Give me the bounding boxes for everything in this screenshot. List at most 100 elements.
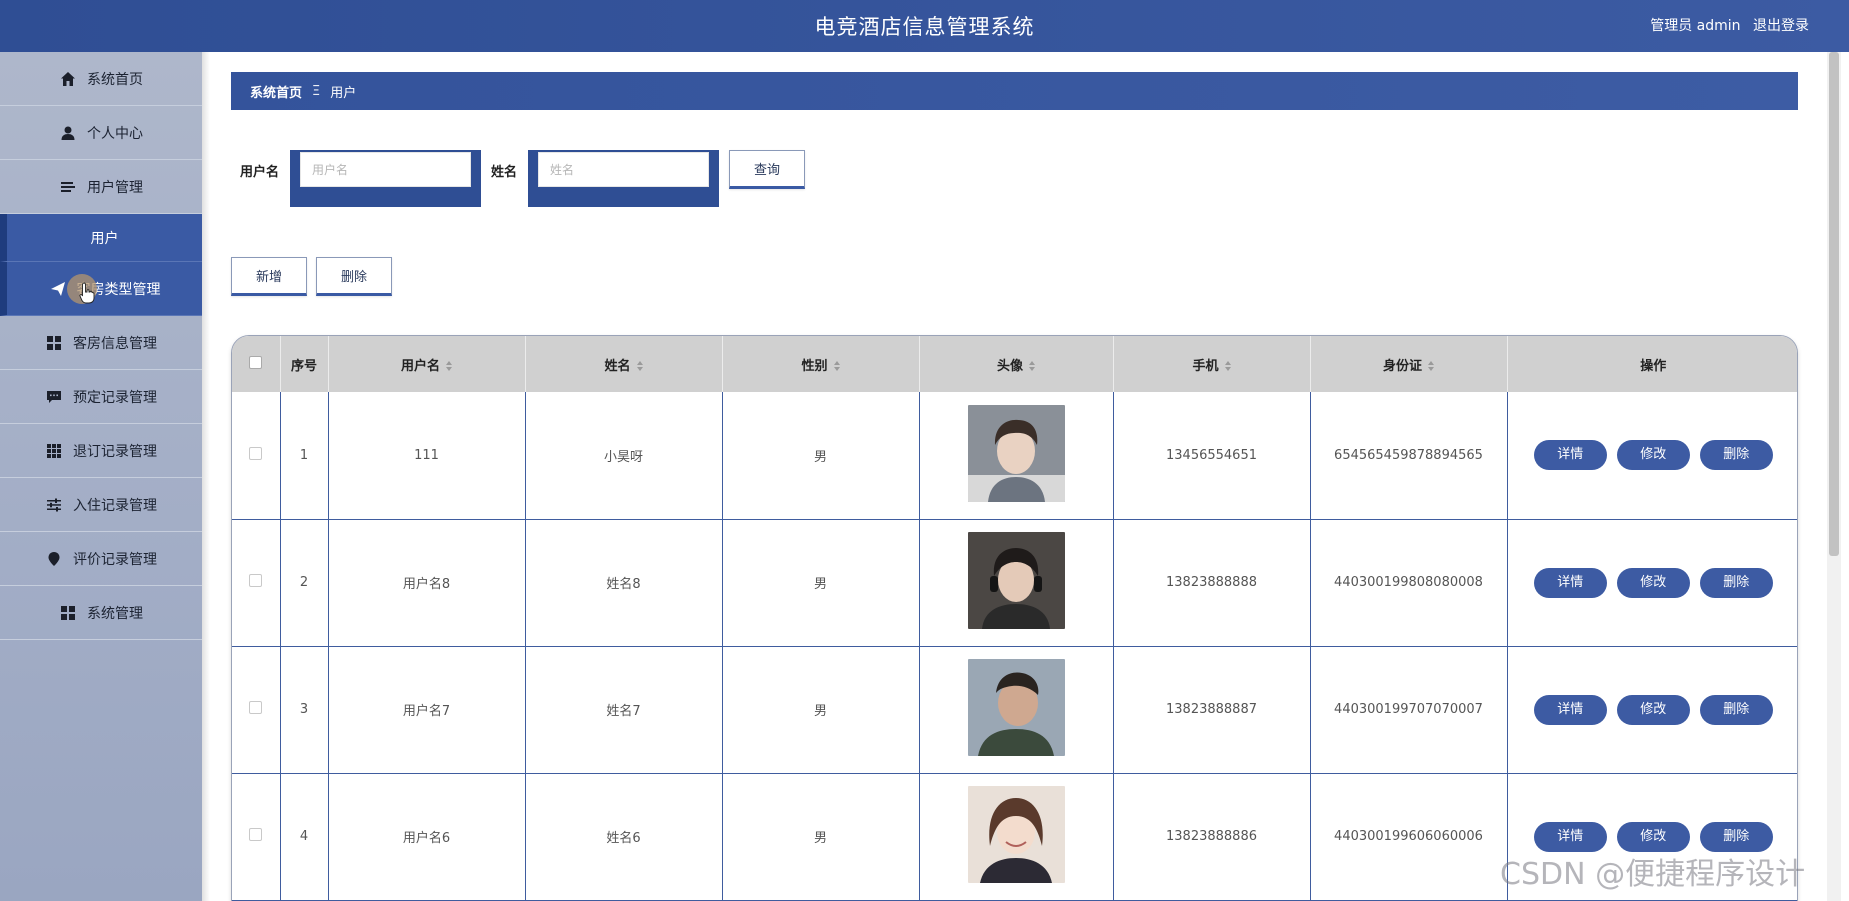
sort-icon[interactable] — [1428, 361, 1434, 371]
breadcrumb: 系统首页 Ξ 用户 — [231, 72, 1798, 110]
sort-icon[interactable] — [833, 361, 840, 371]
sidebar-item-label: 用户 — [90, 230, 119, 247]
sidebar-item-system[interactable]: 系统管理 — [0, 586, 202, 640]
sidebar-item-label: 个人中心 — [87, 125, 143, 142]
edit-button[interactable]: 修改 — [1616, 694, 1690, 725]
cell-name: 姓名6 — [525, 773, 723, 901]
sidebar-item-booking[interactable]: 预定记录管理 — [0, 370, 202, 424]
cell-gender: 男 — [722, 773, 920, 901]
sidebar-item-room-info[interactable]: 客房信息管理 — [0, 316, 202, 370]
delete-button[interactable]: 删除 — [1699, 821, 1773, 852]
row-checkbox[interactable] — [249, 574, 263, 587]
scrollbar-thumb[interactable] — [1829, 52, 1839, 556]
username-search-input[interactable] — [300, 152, 471, 187]
sidebar-item-review[interactable]: 评价记录管理 — [0, 532, 202, 586]
current-user: 管理员 admin — [1650, 18, 1741, 34]
query-button[interactable]: 查询 — [729, 150, 805, 189]
avatar[interactable] — [967, 404, 1065, 502]
sidebar-shadow — [202, 52, 210, 901]
sidebar: 系统首页 个人中心 用户管理 用户 客房类型管理 客房信息管理 预定记录管理 退… — [0, 52, 202, 901]
sidebar-item-label: 用户管理 — [87, 179, 143, 196]
sort-icon[interactable] — [1029, 361, 1035, 371]
cell-no: 3 — [280, 646, 329, 774]
delete-button[interactable]: 删除 — [1699, 567, 1773, 598]
cell-gender: 男 — [722, 392, 920, 520]
list-icon — [59, 178, 77, 196]
apps-icon — [45, 442, 63, 460]
sidebar-item-label: 退订记录管理 — [73, 443, 157, 460]
avatar[interactable] — [967, 532, 1065, 629]
column-header-idcard[interactable]: 身份证 — [1310, 336, 1508, 392]
table-row: 2 用户名8 姓名8 男 13823888888 440300199808080… — [232, 519, 1797, 647]
edit-button[interactable]: 修改 — [1616, 567, 1690, 598]
cell-name: 小昊呀 — [525, 392, 723, 520]
cell-idcard: 440300199606060006 — [1310, 773, 1508, 901]
sidebar-item-home[interactable]: 系统首页 — [0, 52, 202, 106]
column-header-name[interactable]: 姓名 — [525, 336, 723, 392]
cell-name: 姓名7 — [525, 646, 723, 774]
table-row: 3 用户名7 姓名7 男 13823888887 440300199707070… — [232, 646, 1797, 774]
app-title: 电竞酒店信息管理系统 — [814, 15, 1035, 39]
table-row: 1 111 小昊呀 男 13456554651 6545654598788945… — [232, 392, 1797, 520]
row-checkbox[interactable] — [249, 446, 263, 460]
page-scrollbar[interactable] — [1827, 52, 1841, 901]
column-header-no: 序号 — [280, 336, 329, 392]
chat-icon — [45, 388, 63, 406]
add-button[interactable]: 新增 — [231, 257, 307, 296]
pointer-hand-icon — [79, 282, 95, 304]
top-header: 电竞酒店信息管理系统 管理员 admin 退出登录 — [0, 0, 1849, 52]
sidebar-item-label: 系统管理 — [87, 605, 143, 622]
sort-icon[interactable] — [636, 361, 643, 371]
grid-icon — [59, 604, 77, 622]
sidebar-subitem-user[interactable]: 用户 — [0, 214, 202, 262]
row-checkbox[interactable] — [249, 701, 263, 714]
avatar[interactable] — [967, 659, 1065, 756]
cell-idcard: 440300199707070007 — [1310, 646, 1508, 774]
sidebar-item-label: 系统首页 — [87, 71, 143, 88]
sidebar-item-label: 评价记录管理 — [73, 551, 157, 568]
column-header-avatar[interactable]: 头像 — [919, 336, 1114, 392]
delete-button[interactable]: 删除 — [1699, 440, 1773, 471]
sidebar-item-user-management[interactable]: 用户管理 — [0, 160, 202, 214]
sidebar-item-label: 客房信息管理 — [73, 335, 157, 352]
user-icon — [59, 124, 77, 142]
home-icon — [59, 70, 77, 88]
cell-no: 4 — [280, 773, 329, 901]
sort-icon[interactable] — [446, 361, 452, 371]
breadcrumb-home[interactable]: 系统首页 — [250, 82, 302, 101]
detail-button[interactable]: 详情 — [1533, 821, 1607, 852]
sidebar-item-label: 入住记录管理 — [73, 497, 157, 514]
detail-button[interactable]: 详情 — [1533, 567, 1607, 598]
row-checkbox[interactable] — [249, 828, 263, 841]
watermark: CSDN @便捷程序设计 — [1500, 857, 1806, 892]
logout-link[interactable]: 退出登录 — [1753, 18, 1809, 34]
column-header-username[interactable]: 用户名 — [328, 336, 526, 392]
sliders-icon — [45, 496, 63, 514]
select-all-cell — [232, 336, 281, 392]
cell-username: 用户名8 — [328, 519, 526, 647]
delete-button[interactable]: 删除 — [1699, 694, 1773, 725]
column-header-phone[interactable]: 手机 — [1113, 336, 1311, 392]
cell-idcard: 654565459878894565 — [1310, 392, 1508, 520]
edit-button[interactable]: 修改 — [1616, 821, 1690, 852]
sidebar-item-checkin[interactable]: 入住记录管理 — [0, 478, 202, 532]
cell-phone: 13823888887 — [1113, 646, 1311, 774]
send-icon — [49, 280, 67, 298]
detail-button[interactable]: 详情 — [1533, 694, 1607, 725]
select-all-checkbox[interactable] — [249, 355, 263, 369]
sidebar-item-room-type[interactable]: 客房类型管理 — [0, 262, 202, 316]
avatar[interactable] — [967, 786, 1065, 883]
detail-button[interactable]: 详情 — [1533, 440, 1607, 471]
name-search-input[interactable] — [538, 152, 709, 187]
grid-icon — [45, 334, 63, 352]
cell-username: 用户名7 — [328, 646, 526, 774]
cell-phone: 13823888888 — [1113, 519, 1311, 647]
edit-button[interactable]: 修改 — [1616, 440, 1690, 471]
cell-gender: 男 — [722, 646, 920, 774]
sort-icon[interactable] — [1224, 361, 1231, 371]
batch-delete-button[interactable]: 删除 — [316, 257, 392, 296]
cell-no: 2 — [280, 519, 329, 647]
column-header-gender[interactable]: 性别 — [722, 336, 920, 392]
sidebar-item-profile[interactable]: 个人中心 — [0, 106, 202, 160]
sidebar-item-cancel[interactable]: 退订记录管理 — [0, 424, 202, 478]
